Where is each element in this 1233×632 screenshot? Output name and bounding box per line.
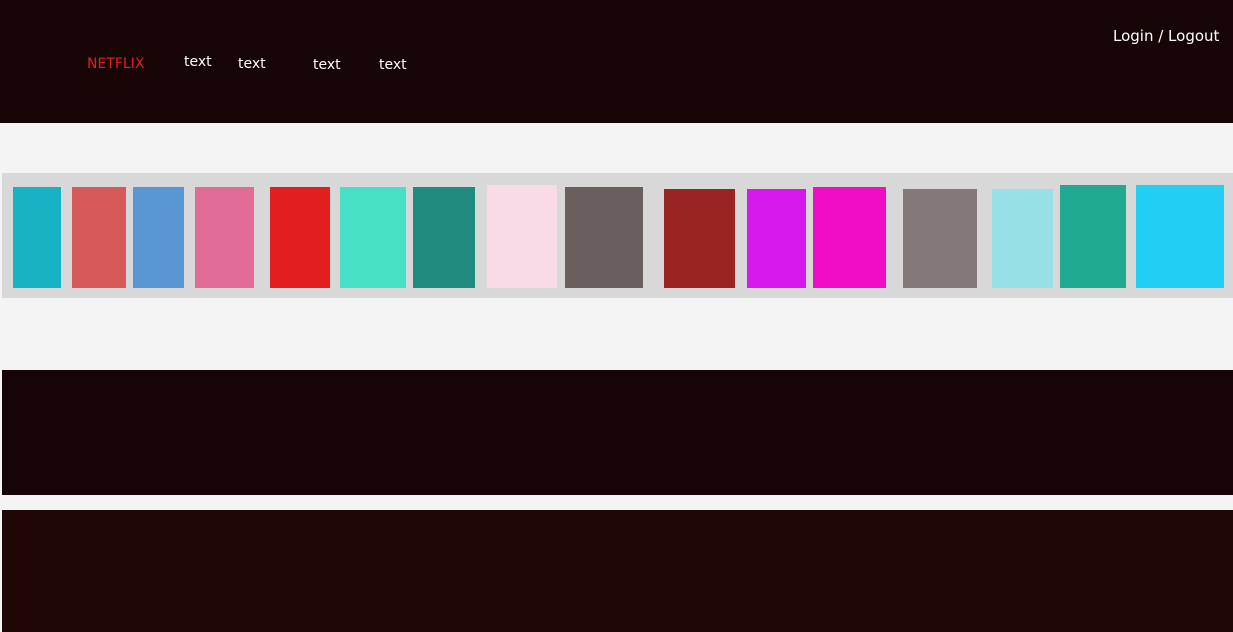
top-nav-bar: NETFLIX text text text text Login / Logo… — [0, 0, 1233, 123]
title-card-1[interactable] — [13, 187, 61, 288]
title-card-15[interactable] — [1060, 185, 1126, 288]
title-card-2[interactable] — [72, 187, 126, 288]
title-carousel-row — [2, 173, 1233, 298]
title-card-10[interactable] — [664, 189, 735, 288]
title-card-11[interactable] — [747, 189, 806, 288]
nav-link-4[interactable]: text — [379, 56, 407, 74]
title-card-3[interactable] — [133, 187, 184, 288]
title-card-6[interactable] — [340, 187, 406, 288]
title-card-7[interactable] — [413, 187, 475, 288]
nav-link-2[interactable]: text — [238, 55, 266, 73]
content-panel-2 — [2, 510, 1233, 632]
content-panel-1 — [2, 370, 1233, 495]
title-card-14[interactable] — [992, 189, 1053, 288]
title-card-8[interactable] — [487, 185, 557, 288]
title-card-9[interactable] — [565, 187, 643, 288]
title-card-4[interactable] — [195, 187, 254, 288]
title-card-5[interactable] — [270, 187, 330, 288]
nav-link-3[interactable]: text — [313, 56, 341, 74]
nav-link-1[interactable]: text — [184, 53, 212, 71]
netflix-logo[interactable]: NETFLIX — [87, 55, 144, 73]
login-logout-link[interactable]: Login / Logout — [1113, 27, 1219, 45]
title-card-12[interactable] — [813, 187, 886, 288]
title-card-16[interactable] — [1136, 185, 1224, 288]
title-card-13[interactable] — [903, 189, 977, 288]
